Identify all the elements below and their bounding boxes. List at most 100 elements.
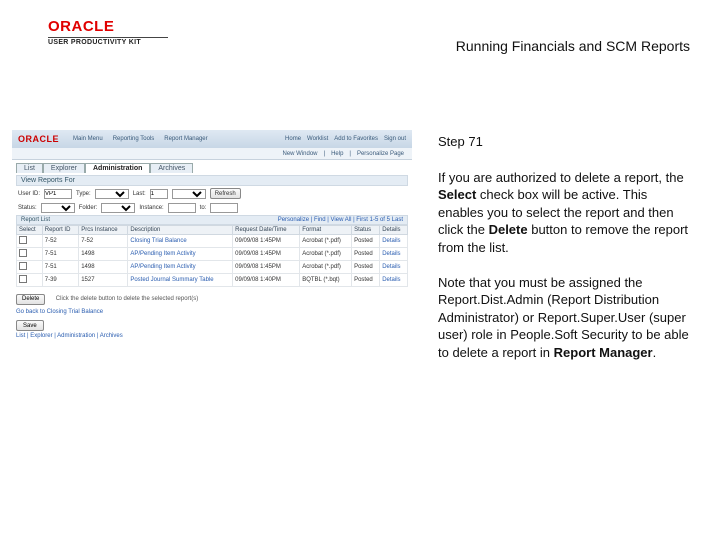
oracle-logo-block: ORACLE USER PRODUCTIVITY KIT — [48, 18, 168, 46]
cell-datetime: 09/09/08 1:45PM — [233, 248, 300, 261]
app-body: List Explorer Administration Archives Vi… — [12, 160, 412, 342]
table-row: 7-391527Posted Journal Summary Table09/0… — [17, 274, 408, 287]
status-select[interactable] — [41, 203, 75, 213]
tab-row: List Explorer Administration Archives — [16, 163, 408, 173]
filters-title: View Reports For — [16, 175, 408, 186]
goback-link[interactable]: Go back to Closing Trial Balance — [16, 309, 408, 315]
instance-to-label: to: — [200, 205, 207, 211]
table-header-row: Select Report ID Prcs Instance Descripti… — [17, 226, 408, 235]
type-select[interactable] — [95, 189, 129, 199]
tab-administration[interactable]: Administration — [85, 163, 150, 173]
link-home[interactable]: Home — [285, 136, 301, 142]
app-breadcrumb: Main Menu Reporting Tools Report Manager — [73, 136, 271, 142]
menu-item[interactable]: Report Manager — [164, 136, 207, 142]
type-label: Type: — [76, 191, 91, 197]
instance-label: Instance: — [139, 205, 163, 211]
select-checkbox[interactable] — [19, 275, 27, 283]
oracle-logo: ORACLE — [48, 18, 168, 35]
cell-details[interactable]: Details — [380, 248, 408, 261]
select-checkbox[interactable] — [19, 262, 27, 270]
link-favorites[interactable]: Add to Favorites — [334, 136, 378, 142]
document-title: Running Financials and SCM Reports — [456, 38, 690, 54]
col-format: Format — [300, 226, 352, 235]
folder-select[interactable] — [101, 203, 135, 213]
last-unit-select[interactable] — [172, 189, 206, 199]
app-subbar: New Window | Help | Personalize Page — [12, 148, 412, 160]
paragraph-1: If you are authorized to delete a report… — [438, 169, 696, 257]
col-desc: Description — [128, 226, 233, 235]
folder-label: Folder: — [79, 205, 98, 211]
bold-delete: Delete — [489, 222, 528, 237]
cell-details[interactable]: Details — [380, 235, 408, 248]
report-table: Select Report ID Prcs Instance Descripti… — [16, 225, 408, 287]
save-row: Save — [16, 320, 408, 331]
cell-prcs: 1498 — [79, 261, 128, 274]
link-signout[interactable]: Sign out — [384, 136, 406, 142]
grid-nav[interactable]: Personalize | Find | View All | First 1-… — [278, 217, 403, 223]
app-right-links: Home Worklist Add to Favorites Sign out — [285, 136, 406, 142]
grid-header-bar: Report List Personalize | Find | View Al… — [16, 215, 408, 225]
bold-report-manager: Report Manager — [554, 345, 653, 360]
cell-reportid: 7-39 — [42, 274, 78, 287]
col-details: Details — [380, 226, 408, 235]
logo-subtitle: USER PRODUCTIVITY KIT — [48, 39, 168, 46]
paragraph-2: Note that you must be assigned the Repor… — [438, 274, 696, 362]
select-checkbox[interactable] — [19, 249, 27, 257]
bottom-tab-links[interactable]: List | Explorer | Administration | Archi… — [16, 333, 408, 339]
cell-reportid: 7-52 — [42, 235, 78, 248]
link-help[interactable]: Help — [331, 151, 343, 157]
app-topbar: ORACLE Main Menu Reporting Tools Report … — [12, 130, 412, 148]
tab-archives[interactable]: Archives — [150, 163, 193, 173]
cell-description[interactable]: Posted Journal Summary Table — [128, 274, 233, 287]
table-row: 7-527-52Closing Trial Balance09/09/08 1:… — [17, 235, 408, 248]
col-select: Select — [17, 226, 43, 235]
link-new-window[interactable]: New Window — [282, 151, 317, 157]
link-worklist[interactable]: Worklist — [307, 136, 328, 142]
menu-item[interactable]: Main Menu — [73, 136, 103, 142]
filter-row-1: User ID: Type: Last: Refresh — [16, 186, 408, 201]
page-header: ORACLE USER PRODUCTIVITY KIT Running Fin… — [0, 18, 720, 58]
cell-details[interactable]: Details — [380, 261, 408, 274]
col-reportid: Report ID — [42, 226, 78, 235]
cell-datetime: 09/09/08 1:45PM — [233, 235, 300, 248]
app-brand: ORACLE — [18, 134, 59, 144]
cell-reportid: 7-51 — [42, 261, 78, 274]
link-personalize[interactable]: Personalize Page — [357, 151, 404, 157]
filter-row-2: Status: Folder: Instance: to: — [16, 201, 408, 215]
instance-to-input[interactable] — [210, 203, 238, 213]
cell-prcs: 1527 — [79, 274, 128, 287]
tab-explorer[interactable]: Explorer — [43, 163, 85, 173]
menu-item[interactable]: Reporting Tools — [113, 136, 155, 142]
delete-button[interactable]: Delete — [16, 294, 45, 305]
save-button[interactable]: Save — [16, 320, 44, 331]
last-input[interactable] — [150, 189, 168, 199]
userid-input[interactable] — [44, 189, 72, 199]
cell-status: Posted — [352, 274, 380, 287]
step-label: Step 71 — [438, 133, 696, 151]
select-checkbox[interactable] — [19, 236, 27, 244]
instance-from-input[interactable] — [168, 203, 196, 213]
logo-divider — [48, 37, 168, 38]
bold-select: Select — [438, 187, 476, 202]
table-row: 7-511498AP/Pending Item Activity09/09/08… — [17, 248, 408, 261]
cell-details[interactable]: Details — [380, 274, 408, 287]
app-screenshot: ORACLE Main Menu Reporting Tools Report … — [12, 130, 412, 350]
refresh-button[interactable]: Refresh — [210, 188, 241, 199]
cell-status: Posted — [352, 248, 380, 261]
cell-format: Acrobat (*.pdf) — [300, 235, 352, 248]
tab-list[interactable]: List — [16, 163, 43, 173]
cell-description[interactable]: AP/Pending Item Activity — [128, 248, 233, 261]
cell-datetime: 09/09/08 1:40PM — [233, 274, 300, 287]
cell-format: BQTBL (*.bqt) — [300, 274, 352, 287]
delete-row: Delete Click the delete button to delete… — [16, 287, 408, 305]
status-label: Status: — [18, 205, 37, 211]
cell-status: Posted — [352, 235, 380, 248]
cell-description[interactable]: AP/Pending Item Activity — [128, 261, 233, 274]
cell-datetime: 09/09/08 1:45PM — [233, 261, 300, 274]
cell-description[interactable]: Closing Trial Balance — [128, 235, 233, 248]
cell-prcs: 7-52 — [79, 235, 128, 248]
cell-status: Posted — [352, 261, 380, 274]
delete-note: Click the delete button to delete the se… — [56, 296, 198, 302]
col-prcs: Prcs Instance — [79, 226, 128, 235]
cell-prcs: 1498 — [79, 248, 128, 261]
